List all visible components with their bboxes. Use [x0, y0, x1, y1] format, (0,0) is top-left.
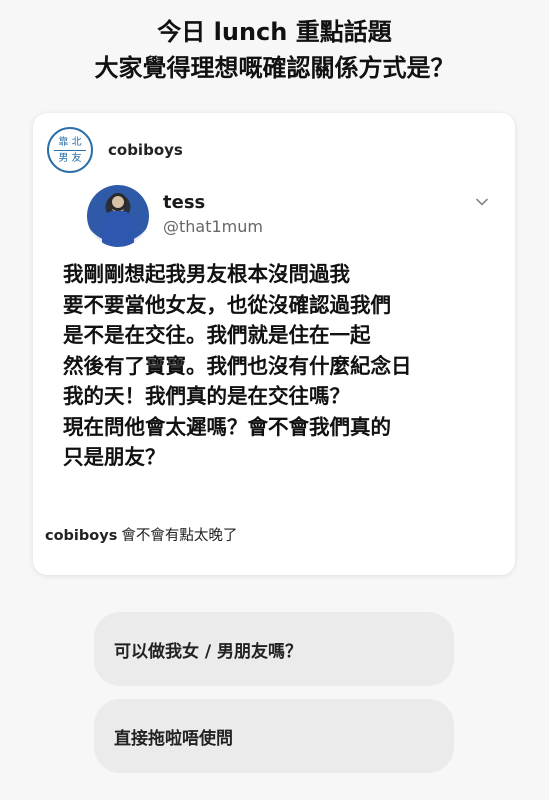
account-logo-divider [54, 149, 86, 151]
tweet-screenshot: tess @that1mum 我剛剛想起我男友根本沒問過我 要不要當他女友，也從… [39, 175, 511, 515]
headline-line-2: 大家覺得理想嘅確認關係方式是？ [94, 54, 455, 82]
tweet-line: 我剛剛想起我男友根本沒問過我 [63, 262, 350, 286]
embedded-post-card: 靠 北 男 友 cobiboys tess @that1mum 我剛剛想起我男友… [33, 113, 515, 575]
account-logo-top-text: 靠 北 [58, 136, 82, 148]
tweet-display-name[interactable]: tess [163, 192, 205, 213]
poll-option-no-need-to-ask[interactable]: 直接拖啦唔使問 [94, 699, 454, 773]
account-name[interactable]: cobiboys [108, 141, 183, 159]
tweet-handle[interactable]: @that1mum [163, 217, 263, 236]
headline-line-1: 今日 lunch 重點話題 [157, 18, 392, 46]
tweet-line: 要不要當他女友，也從沒確認過我們 [63, 292, 391, 317]
tweet-avatar[interactable] [87, 185, 149, 247]
post-caption: cobiboys 會不會有點太晚了 [45, 524, 237, 545]
chevron-down-icon[interactable] [475, 195, 489, 209]
tweet-line: 我的天！我們真的是在交往嗎？ [63, 384, 350, 408]
tweet-line: 現在問他會太遲嗎？會不會我們真的 [63, 414, 391, 439]
caption-username[interactable]: cobiboys [45, 528, 117, 544]
account-logo-bottom-text: 男 友 [58, 152, 82, 164]
headline: 今日 lunch 重點話題 大家覺得理想嘅確認關係方式是？ [0, 14, 549, 86]
poll-option-label: 直接拖啦唔使問 [114, 728, 233, 749]
avatar-figure-body [102, 211, 134, 247]
tweet-line: 然後有了寶寶。我們也沒有什麼紀念日 [63, 353, 412, 378]
tweet-body: 我剛剛想起我男友根本沒問過我 要不要當他女友，也從沒確認過我們 是不是在交往。我… [63, 259, 503, 473]
poll-option-label: 可以做我女 / 男朋友嗎？ [114, 641, 303, 662]
post-header: 靠 北 男 友 cobiboys [47, 127, 487, 175]
caption-text: 會不會有點太晚了 [121, 528, 238, 544]
poll-option-ask-directly[interactable]: 可以做我女 / 男朋友嗎？ [94, 612, 454, 686]
tweet-line: 是不是在交往。我們就是住在一起 [63, 323, 371, 347]
avatar-figure-head [109, 193, 127, 211]
tweet-line: 只是朋友？ [63, 445, 166, 469]
account-logo-icon[interactable]: 靠 北 男 友 [47, 127, 93, 173]
